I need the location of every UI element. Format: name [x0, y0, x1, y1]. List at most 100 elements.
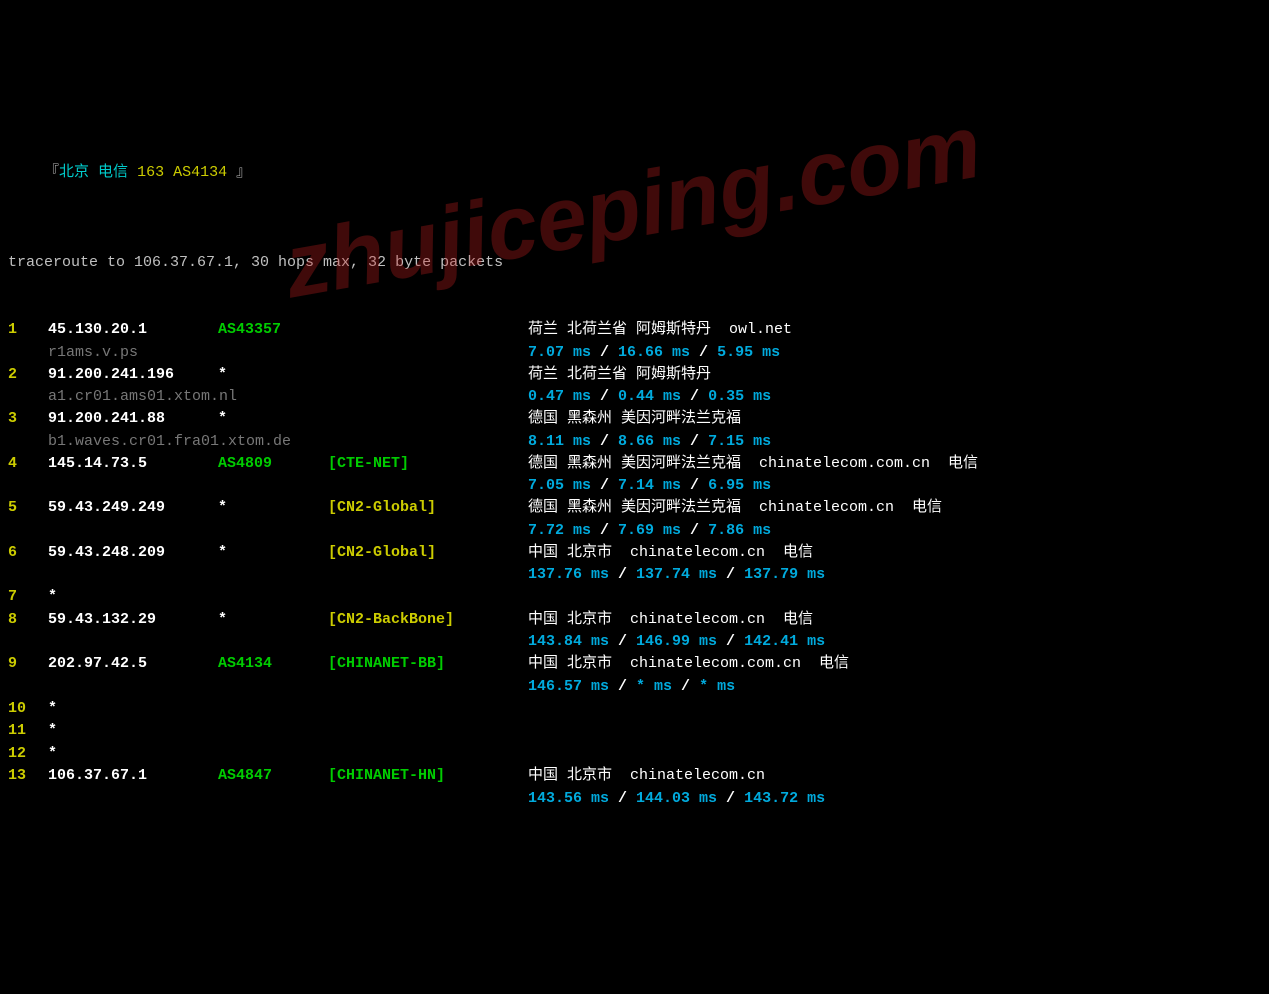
header-line: 『北京 电信 163 AS4134 』	[8, 139, 1261, 207]
hop-location: 荷兰 北荷兰省 阿姆斯特丹 owl.net	[528, 321, 792, 338]
hop-rtt: 143.56 ms / 144.03 ms / 143.72 ms	[528, 788, 825, 811]
hop-detail-row: 137.76 ms / 137.74 ms / 137.79 ms	[8, 564, 1261, 586]
hop-row: 13106.37.67.1AS4847[CHINANET-HN]中国 北京市 c…	[8, 765, 1261, 788]
hop-row: 391.200.241.88* 德国 黑森州 美因河畔法兰克福	[8, 408, 1261, 431]
hop-detail-row: 143.56 ms / 144.03 ms / 143.72 ms	[8, 788, 1261, 810]
hop-reverse-dns: b1.waves.cr01.fra01.xtom.de	[48, 431, 291, 454]
hop-row: 859.43.132.29*[CN2-BackBone]中国 北京市 china…	[8, 609, 1261, 632]
hop-row: 559.43.249.249*[CN2-Global]德国 黑森州 美因河畔法兰…	[8, 497, 1261, 520]
hop-rtt: 0.47 ms / 0.44 ms / 0.35 ms	[528, 386, 771, 409]
hop-asn: *	[218, 609, 328, 632]
rtt1: 137.76 ms	[528, 566, 609, 583]
hop-ip: 91.200.241.196	[48, 364, 218, 387]
hop-star: *	[48, 722, 57, 739]
hop-rtt: 7.72 ms / 7.69 ms / 7.86 ms	[528, 520, 771, 543]
hop-row: 145.130.20.1AS43357 荷兰 北荷兰省 阿姆斯特丹 owl.net	[8, 319, 1261, 342]
rtt1: 7.05 ms	[528, 477, 591, 494]
rtt-sep: /	[717, 566, 744, 583]
hop-asn: AS43357	[218, 319, 328, 342]
hop-location: 德国 黑森州 美因河畔法兰克福 chinatelecom.com.cn 电信	[528, 455, 978, 472]
rtt2: 8.66 ms	[618, 433, 681, 450]
hop-star: *	[48, 588, 57, 605]
rtt-sep: /	[609, 678, 636, 695]
hop-reverse-dns: a1.cr01.ams01.xtom.nl	[48, 386, 237, 409]
hop-number: 4	[8, 453, 48, 476]
rtt2: 7.69 ms	[618, 522, 681, 539]
rtt2: 16.66 ms	[618, 344, 690, 361]
rtt1: 7.72 ms	[528, 522, 591, 539]
hop-location: 中国 北京市 chinatelecom.cn 电信	[528, 544, 813, 561]
header-asn: 163 AS4134	[137, 164, 227, 181]
hop-tag: [CHINANET-HN]	[328, 765, 528, 788]
hop-star: *	[48, 700, 57, 717]
hop-asn: AS4134	[218, 653, 328, 676]
hop-number: 8	[8, 609, 48, 632]
hop-row: 7*	[8, 586, 1261, 609]
rtt2: 7.14 ms	[618, 477, 681, 494]
rtt3: 0.35 ms	[708, 388, 771, 405]
rtt-sep: /	[609, 633, 636, 650]
hop-detail-row: 143.84 ms / 146.99 ms / 142.41 ms	[8, 631, 1261, 653]
hop-asn: *	[218, 364, 328, 387]
hop-number: 2	[8, 364, 48, 387]
hop-number: 7	[8, 586, 48, 609]
hop-rtt: 7.07 ms / 16.66 ms / 5.95 ms	[528, 342, 780, 365]
hop-number: 9	[8, 653, 48, 676]
hop-number: 10	[8, 698, 48, 721]
rtt1: 143.84 ms	[528, 633, 609, 650]
hop-number: 3	[8, 408, 48, 431]
hop-row: 291.200.241.196*荷兰 北荷兰省 阿姆斯特丹	[8, 364, 1261, 387]
hop-row: 4145.14.73.5AS4809[CTE-NET]德国 黑森州 美因河畔法兰…	[8, 453, 1261, 476]
hop-star: *	[48, 745, 57, 762]
rtt1: 8.11 ms	[528, 433, 591, 450]
rtt2: 144.03 ms	[636, 790, 717, 807]
hops-list: 145.130.20.1AS43357 荷兰 北荷兰省 阿姆斯特丹 owl.net…	[8, 319, 1261, 810]
hop-tag: [CTE-NET]	[328, 453, 528, 476]
rtt-sep: /	[717, 790, 744, 807]
hop-rtt: 143.84 ms / 146.99 ms / 142.41 ms	[528, 631, 825, 654]
hop-asn: *	[218, 542, 328, 565]
header-location: 北京 电信	[59, 164, 128, 181]
hop-number: 11	[8, 720, 48, 743]
hop-detail-row: r1ams.v.ps 7.07 ms / 16.66 ms / 5.95 ms	[8, 342, 1261, 364]
hop-row: 10*	[8, 698, 1261, 721]
rtt-sep: /	[609, 566, 636, 583]
rtt3: 5.95 ms	[717, 344, 780, 361]
rtt-sep: /	[681, 477, 708, 494]
hop-number: 5	[8, 497, 48, 520]
rtt3: 6.95 ms	[708, 477, 771, 494]
hop-asn: AS4809	[218, 453, 328, 476]
rtt1: 7.07 ms	[528, 344, 591, 361]
hop-ip: 59.43.132.29	[48, 609, 218, 632]
hop-location: 中国 北京市 chinatelecom.com.cn 电信	[528, 655, 849, 672]
hop-ip: 91.200.241.88	[48, 408, 218, 431]
hop-ip: 202.97.42.5	[48, 653, 218, 676]
hop-number: 13	[8, 765, 48, 788]
hop-ip: 145.14.73.5	[48, 453, 218, 476]
rtt2: 0.44 ms	[618, 388, 681, 405]
hop-number: 1	[8, 319, 48, 342]
hop-detail-row: 7.72 ms / 7.69 ms / 7.86 ms	[8, 520, 1261, 542]
hop-location: 德国 黑森州 美因河畔法兰克福	[528, 410, 741, 427]
terminal-output: 『北京 电信 163 AS4134 』 traceroute to 106.37…	[8, 94, 1261, 832]
rtt1: 0.47 ms	[528, 388, 591, 405]
rtt-sep: /	[591, 477, 618, 494]
rtt-sep: /	[681, 388, 708, 405]
hop-tag: [CN2-Global]	[328, 542, 528, 565]
rtt1: 143.56 ms	[528, 790, 609, 807]
rtt2: * ms	[636, 678, 672, 695]
rtt-sep: /	[591, 433, 618, 450]
hop-rtt: 137.76 ms / 137.74 ms / 137.79 ms	[528, 564, 825, 587]
hop-number: 12	[8, 743, 48, 766]
hop-ip: 45.130.20.1	[48, 319, 218, 342]
hop-tag: [CHINANET-BB]	[328, 653, 528, 676]
hop-ip: 59.43.249.249	[48, 497, 218, 520]
hop-asn: *	[218, 497, 328, 520]
hop-asn: *	[218, 408, 328, 431]
hop-reverse-dns: r1ams.v.ps	[48, 342, 138, 365]
hop-row: 9202.97.42.5AS4134[CHINANET-BB]中国 北京市 ch…	[8, 653, 1261, 676]
hop-rtt: 146.57 ms / * ms / * ms	[528, 676, 735, 699]
hop-ip: 59.43.248.209	[48, 542, 218, 565]
hop-row: 11*	[8, 720, 1261, 743]
header-close-bracket: 』	[236, 164, 251, 181]
